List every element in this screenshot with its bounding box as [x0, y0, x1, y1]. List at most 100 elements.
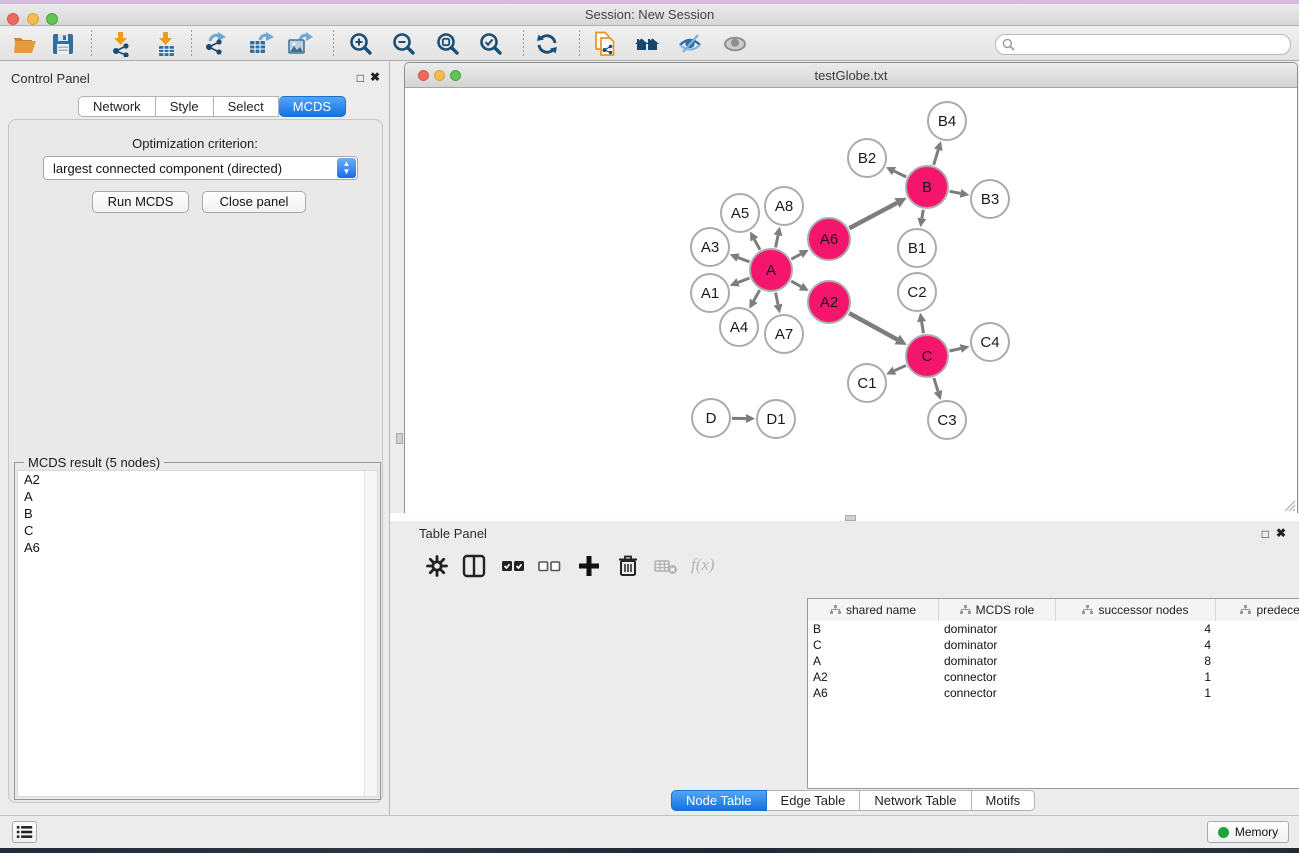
network-window-titlebar[interactable]: testGlobe.txt [405, 63, 1297, 88]
result-item[interactable]: C [18, 522, 377, 539]
tab-motifs[interactable]: Motifs [972, 790, 1036, 811]
zoom-traffic-light[interactable] [46, 13, 58, 25]
search-field[interactable] [995, 34, 1291, 55]
import-table-icon[interactable] [153, 31, 179, 57]
resize-grip-icon[interactable] [1283, 499, 1296, 512]
minimize-traffic-light[interactable] [434, 70, 445, 81]
zoom-selected-icon[interactable] [478, 31, 504, 57]
tab-style[interactable]: Style [156, 96, 214, 117]
edge-A6-B[interactable] [849, 203, 897, 228]
close-panel-icon[interactable]: ✖ [1276, 526, 1286, 540]
search-input[interactable] [1018, 36, 1284, 53]
node-table[interactable]: shared nameMCDS rolesuccessor nodesprede… [807, 598, 1299, 789]
table-cell: dominator [939, 637, 1056, 653]
edge-A-A1[interactable] [738, 278, 749, 282]
result-item[interactable]: A2 [18, 471, 377, 488]
function-builder-icon: f(x) [691, 555, 717, 581]
table-row[interactable]: A2connector11A2 [808, 669, 1299, 685]
float-panel-icon[interactable]: □ [357, 71, 364, 85]
task-history-button[interactable] [12, 821, 37, 843]
settings-gear-icon[interactable] [424, 553, 450, 579]
hide-eye-icon[interactable] [677, 31, 703, 57]
vertical-splitter-handle[interactable] [396, 433, 403, 444]
open-session-icon[interactable] [12, 31, 38, 57]
edge-B-B1[interactable] [922, 210, 923, 219]
network-graph[interactable]: A5A8A3A1A4A7AA6A2B2B4BB3B1C2CC4C1C3DD1 [405, 88, 1297, 513]
memory-button[interactable]: Memory [1207, 821, 1289, 843]
column-header-shared-name[interactable]: shared name [808, 599, 939, 621]
add-icon[interactable] [576, 553, 602, 579]
node-label-C: C [922, 348, 933, 365]
float-panel-icon[interactable]: □ [1262, 527, 1269, 541]
table-toolbar: f(x) [417, 549, 1283, 583]
edge-arrowhead [917, 313, 926, 323]
table-body[interactable]: Bdominator41BCdominator41CAdominator80AA… [808, 621, 1299, 701]
table-header-row[interactable]: shared nameMCDS rolesuccessor nodesprede… [808, 599, 1299, 621]
node-label-A: A [766, 262, 776, 279]
tab-network[interactable]: Network [78, 96, 156, 117]
mcds-result-list[interactable]: A2ABCA6 [17, 470, 378, 797]
edge-A2-C[interactable] [849, 313, 897, 339]
tab-mcds[interactable]: MCDS [279, 96, 346, 117]
table-row[interactable]: Cdominator41C [808, 637, 1299, 653]
show-column-icon[interactable] [461, 553, 487, 579]
edge-A-A4[interactable] [754, 290, 760, 301]
zoom-fit-icon[interactable] [435, 31, 461, 57]
node-label-C1: C1 [857, 375, 876, 392]
save-session-icon[interactable] [50, 31, 76, 57]
result-item[interactable]: B [18, 505, 377, 522]
edge-A-A2[interactable] [791, 281, 801, 286]
import-network-icon[interactable] [108, 31, 134, 57]
column-type-icon [1082, 605, 1093, 615]
close-traffic-light[interactable] [418, 70, 429, 81]
edge-A-A3[interactable] [738, 258, 749, 262]
tab-network-table[interactable]: Network Table [860, 790, 971, 811]
edge-C-C4[interactable] [949, 349, 960, 352]
edge-A-A5[interactable] [754, 239, 760, 249]
close-traffic-light[interactable] [7, 13, 19, 25]
edge-A-A7[interactable] [776, 293, 778, 305]
export-table-icon[interactable] [248, 31, 274, 57]
run-mcds-button[interactable]: Run MCDS [92, 191, 189, 213]
network-canvas[interactable]: A5A8A3A1A4A7AA6A2B2B4BB3B1C2CC4C1C3DD1 [405, 88, 1297, 513]
column-header-predecessor-nodes[interactable]: predecessor nodes [1216, 599, 1299, 621]
result-scrollbar[interactable] [364, 471, 377, 796]
edge-A-A8[interactable] [776, 235, 778, 247]
select-all-rows-icon[interactable] [500, 553, 526, 579]
home-views-icon[interactable] [634, 31, 660, 57]
tab-node-table[interactable]: Node Table [671, 790, 767, 811]
result-item[interactable]: A [18, 488, 377, 505]
edge-B-B3[interactable] [950, 191, 961, 193]
zoom-in-icon[interactable] [348, 31, 374, 57]
edge-C-C1[interactable] [894, 365, 906, 370]
edge-C-C2[interactable] [922, 322, 924, 334]
edge-C-C3[interactable] [934, 378, 938, 391]
deselect-all-rows-icon[interactable] [536, 553, 562, 579]
minimize-traffic-light[interactable] [27, 13, 39, 25]
close-panel-icon[interactable]: ✖ [370, 70, 380, 84]
column-header-MCDS-role[interactable]: MCDS role [939, 599, 1056, 621]
show-eye-icon[interactable] [722, 31, 748, 57]
refresh-layout-icon[interactable] [534, 31, 560, 57]
export-network-icon[interactable] [202, 31, 228, 57]
network-document-icon[interactable] [592, 31, 618, 57]
close-panel-button[interactable]: Close panel [202, 191, 306, 213]
result-item[interactable]: A6 [18, 539, 377, 556]
table-row[interactable]: Adominator80A [808, 653, 1299, 669]
edge-B-B4[interactable] [934, 150, 939, 165]
export-image-icon[interactable] [287, 31, 313, 57]
main-toolbar [0, 27, 1299, 61]
optimization-criterion-dropdown[interactable]: largest connected component (directed) ▲… [43, 156, 358, 180]
zoom-traffic-light[interactable] [450, 70, 461, 81]
edge-A-A6[interactable] [791, 254, 800, 259]
zoom-out-icon[interactable] [391, 31, 417, 57]
node-label-A7: A7 [775, 326, 793, 343]
edge-B-B2[interactable] [894, 171, 906, 177]
tab-select[interactable]: Select [214, 96, 279, 117]
tab-edge-table[interactable]: Edge Table [767, 790, 861, 811]
table-row[interactable]: A6connector11A6 [808, 685, 1299, 701]
column-header-successor-nodes[interactable]: successor nodes [1056, 599, 1216, 621]
table-row[interactable]: Bdominator41B [808, 621, 1299, 637]
delete-icon[interactable] [615, 553, 641, 579]
node-label-C3: C3 [937, 412, 956, 429]
